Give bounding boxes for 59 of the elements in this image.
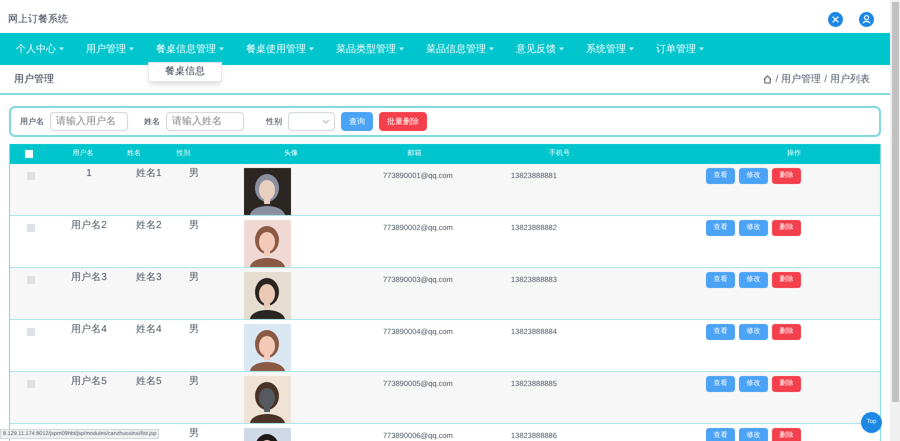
nav-menu-item[interactable]: 菜品类型管理 (336, 42, 404, 56)
table-cell: 用户名4 (71, 324, 107, 335)
table-cell: 用户名3 (71, 272, 107, 283)
caret-icon (489, 47, 494, 51)
field-label: 性别 (266, 116, 282, 128)
text-input[interactable]: 请输入姓名 (166, 112, 244, 131)
page-title: 用户管理 (14, 72, 54, 86)
table-cell: 用户名2 (71, 220, 107, 231)
select-all-checkbox[interactable] (25, 150, 34, 158)
text-input[interactable]: 请输入用户名 (50, 112, 128, 131)
breadcrumb-item[interactable]: 用户管理 (781, 72, 822, 86)
table-cell: 男 (189, 272, 199, 283)
table-cell: 姓名1 (136, 168, 162, 179)
breadcrumb-separator: / (824, 72, 827, 86)
row-checkbox[interactable] (27, 328, 35, 336)
table-cell: 1 (86, 168, 92, 179)
scrollbar[interactable] (890, 0, 900, 441)
caret-icon (309, 47, 314, 51)
table-cell: 姓名4 (136, 324, 162, 335)
home-icon[interactable] (763, 74, 772, 84)
nav-menu-item[interactable]: 餐桌信息管理 (156, 42, 224, 56)
batch-delete-button[interactable]: 批量删除 (379, 112, 427, 131)
table-cell: 姓名2 (136, 220, 162, 231)
field-label: 用户名 (20, 116, 44, 128)
table-cell: 姓名5 (136, 376, 162, 387)
row-checkbox[interactable] (27, 380, 35, 388)
breadcrumb-separator: / (775, 72, 778, 86)
dropdown-item[interactable]: 餐桌信息 (149, 64, 221, 78)
nav-menu-item[interactable]: 意见反馈 (516, 42, 564, 56)
row-checkbox[interactable] (27, 224, 35, 232)
user-icon[interactable] (859, 12, 874, 26)
app-title: 网上订餐系统 (8, 12, 68, 26)
gender-select[interactable] (288, 112, 335, 131)
caret-icon (129, 47, 134, 51)
nav-menu-item[interactable]: 菜品信息管理 (426, 42, 494, 56)
row-checkbox[interactable] (27, 276, 35, 284)
nav-menu-item[interactable]: 订单管理 (656, 42, 704, 56)
table-cell: 姓名3 (136, 272, 162, 283)
caret-icon (629, 47, 634, 51)
caret-icon (219, 47, 224, 51)
table-cell: 男 (189, 220, 199, 231)
row-checkbox[interactable] (27, 172, 35, 180)
table-cell: 男 (189, 376, 199, 387)
table-cell: 男 (189, 168, 199, 179)
search-button[interactable]: 查询 (341, 112, 373, 131)
table-cell: 用户名5 (71, 376, 107, 387)
chevron-icon (323, 120, 329, 124)
caret-icon (59, 47, 64, 51)
field-label: 姓名 (144, 116, 160, 128)
nav-menu-item[interactable]: 系统管理 (586, 42, 634, 56)
caret-icon (559, 47, 564, 51)
caret-icon (399, 47, 404, 51)
table-cell: 男 (189, 428, 199, 439)
nav-menu-item[interactable]: 用户管理 (86, 42, 134, 56)
nav-menu-item[interactable]: 个人中心 (16, 42, 64, 56)
table-cell: 男 (189, 324, 199, 335)
nav-menu-item[interactable]: 餐桌使用管理 (246, 42, 314, 56)
breadcrumb-item: 用户列表 (830, 72, 870, 86)
caret-icon (699, 47, 704, 51)
